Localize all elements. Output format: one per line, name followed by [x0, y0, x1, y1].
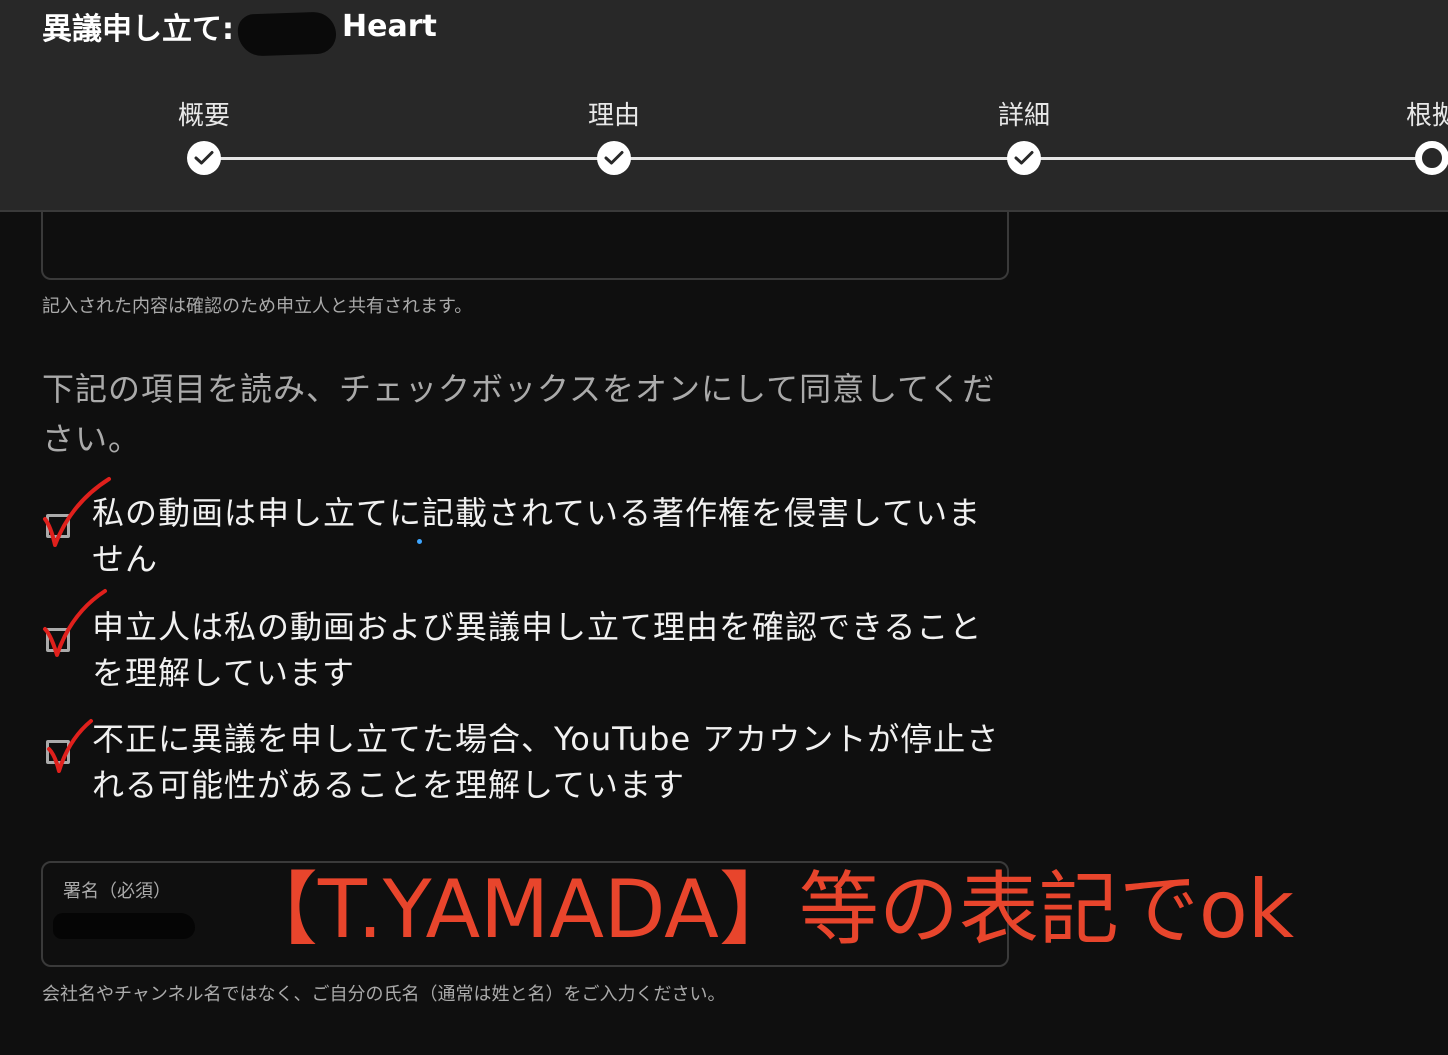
agreement-checkbox-2[interactable]: [43, 589, 107, 657]
agreement-item-claimant-review[interactable]: 申立人は私の動画および異議申し立て理由を確認できることを理解しています: [43, 589, 1006, 696]
step-complete-check-icon[interactable]: [187, 141, 221, 175]
red-check-mark-icon: [47, 719, 93, 773]
agreement-checkbox-1[interactable]: [43, 477, 111, 547]
page-title-suffix: Heart: [342, 8, 437, 44]
step-complete-check-icon[interactable]: [597, 141, 631, 175]
step-current-ring-icon[interactable]: [1415, 141, 1448, 175]
step-label-details: 詳細: [997, 101, 1051, 131]
redacted-title-mark: [237, 11, 337, 57]
share-note: 記入された内容は確認のため申立人と共有されます。: [42, 296, 473, 317]
agreement-instruction: 下記の項目を読み、チェックボックスをオンにして同意してください。: [42, 370, 996, 458]
step-complete-check-icon[interactable]: [1007, 141, 1041, 175]
agreement-item-account-termination[interactable]: 不正に異議を申し立てた場合、YouTube アカウントが停止される可能性があるこ…: [46, 716, 1006, 808]
red-check-mark-icon: [43, 477, 111, 547]
signature-helper: 会社名やチャンネル名ではなく、ご自分の氏名（通常は姓と名）をご入力ください。: [42, 984, 726, 1005]
dispute-header: 異議申し立て: Heart 概要 理由 詳細 根拠: [0, 0, 1448, 212]
dispute-explanation-textarea[interactable]: [41, 210, 1009, 280]
agreement-label-3: 不正に異議を申し立てた場合、YouTube アカウントが停止される可能性があるこ…: [92, 720, 1000, 804]
redacted-signature-mark: [53, 913, 195, 939]
stepper-track: [204, 157, 1434, 160]
page-title: 異議申し立て: Heart: [42, 4, 437, 57]
signature-example-annotation: 【T.YAMADA】等の表記でok: [238, 863, 1295, 956]
step-label-overview: 概要: [177, 101, 231, 131]
agreement-checkbox-3[interactable]: [46, 719, 93, 773]
signature-label: 署名（必須）: [63, 881, 171, 902]
step-label-evidence: 根拠: [1405, 101, 1448, 131]
agreement-label-1: 私の動画は申し立てに記載されている著作権を侵害していません: [92, 494, 982, 578]
page-title-prefix: 異議申し立て:: [42, 12, 234, 47]
step-label-reason: 理由: [587, 101, 641, 131]
agreement-item-no-infringement[interactable]: 私の動画は申し立てに記載されている著作権を侵害していません: [43, 477, 1006, 582]
agreement-label-2: 申立人は私の動画および異議申し立て理由を確認できることを理解しています: [92, 608, 983, 692]
cursor-dot: [417, 539, 422, 544]
red-check-mark-icon: [43, 589, 107, 657]
